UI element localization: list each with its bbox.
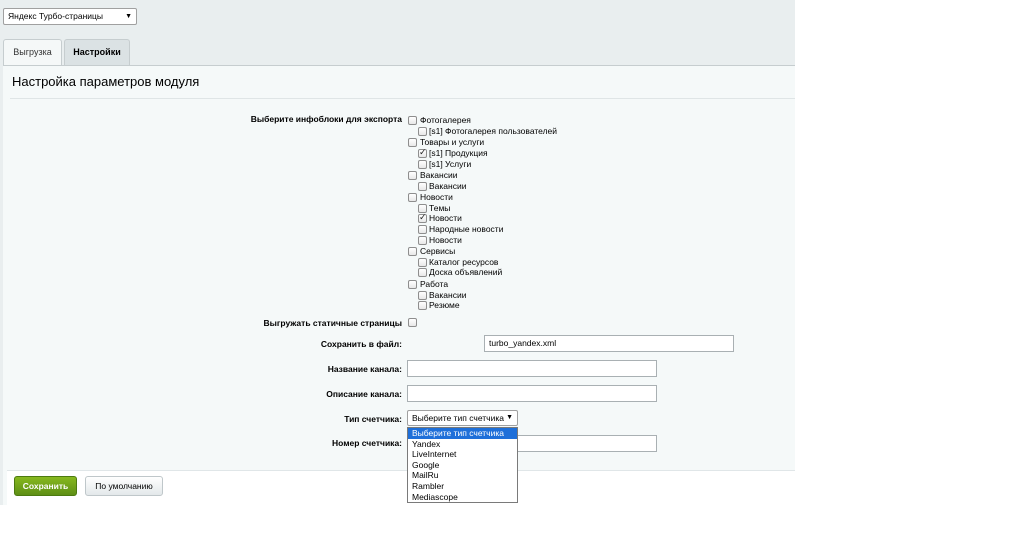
tree-item-label: Новости [429,235,462,245]
tree-item-label: Каталог ресурсов [429,257,499,267]
dropdown-option[interactable]: LiveInternet [408,449,517,460]
checkbox-resource-catalog[interactable] [418,258,427,267]
site-selector-value: Яндекс Турбо-страницы [8,11,103,21]
default-button[interactable]: По умолчанию [85,476,163,496]
checkbox-news-group[interactable] [408,193,417,202]
checkbox-news[interactable] [418,212,427,223]
checkbox-work-vacancies[interactable] [418,291,427,300]
tree-item-label: Вакансии [420,170,458,180]
checkbox-goods-services[interactable] [408,138,417,147]
tree-item-label: Товары и услуги [420,137,485,147]
tree-item-label: Вакансии [429,290,467,300]
tree-item-label: Работа [420,279,449,289]
page-bottom [0,505,795,559]
checkbox-photogallery[interactable] [408,116,417,125]
checkbox-vacancies-group[interactable] [408,171,417,180]
divider [10,98,795,99]
chevron-down-icon: ▼ [506,414,513,421]
tree-item-label: Фотогалерея [420,115,471,125]
counter-type-dropdown: Выберите тип счетчика Yandex LiveInterne… [407,427,518,503]
checkbox-classifieds[interactable] [418,268,427,277]
dropdown-option[interactable]: MailRu [408,470,517,481]
save-file-label: Сохранить в файл: [320,339,402,349]
chevron-down-icon: ▼ [125,13,132,20]
tab-settings[interactable]: Настройки [64,39,130,65]
checkbox-services-group[interactable] [408,247,417,256]
checkbox-work-group[interactable] [408,280,417,289]
checkbox-photogallery-users[interactable] [418,127,427,136]
tree-item-label: Сервисы [420,246,456,256]
counter-number-label: Номер счетчика: [332,438,402,448]
dropdown-option[interactable]: Выберите тип счетчика [408,428,517,439]
iblocks-label: Выберите инфоблоки для экспорта [250,114,402,124]
channel-name-label: Название канала: [327,364,402,374]
channel-desc-input[interactable] [407,385,657,402]
checkbox-news-2[interactable] [418,236,427,245]
checkbox-vacancies[interactable] [418,182,427,191]
tree-item-label: [s1] Услуги [429,159,472,169]
checkbox-people-news[interactable] [418,225,427,234]
save-button[interactable]: Сохранить [14,476,77,496]
dropdown-option[interactable]: Rambler [408,481,517,492]
channel-name-input[interactable] [407,360,657,377]
tree-item-label: Темы [429,203,451,213]
checkbox-products[interactable] [418,147,427,158]
checkbox-services[interactable] [418,160,427,169]
checkbox-resume[interactable] [418,301,427,310]
tree-item-label: [s1] Фотогалерея пользователей [429,126,558,136]
site-selector[interactable]: Яндекс Турбо-страницы ▼ [3,8,137,25]
dropdown-option[interactable]: Google [408,460,517,471]
channel-desc-label: Описание канала: [326,389,402,399]
tree-item-label: Вакансии [429,181,467,191]
tree-item-label: [s1] Продукция [429,148,488,158]
tab-export[interactable]: Выгрузка [3,39,62,65]
counter-type-label: Тип счетчика: [344,414,402,424]
checkbox-static-pages[interactable] [408,318,417,327]
save-file-input[interactable]: turbo_yandex.xml [484,335,734,352]
counter-type-value: Выберите тип счетчика [412,413,504,423]
static-pages-label: Выгружать статичные страницы [263,318,402,328]
tree-item-label: Доска объявлений [429,267,503,277]
page-title: Настройка параметров модуля [12,74,200,89]
tree-item-label: Народные новости [429,224,504,234]
tree-item-label: Новости [420,192,453,202]
tree-item-label: Новости [429,213,462,223]
tree-item-label: Резюме [429,300,460,310]
counter-type-select[interactable]: Выберите тип счетчика ▼ [407,410,518,426]
dropdown-option[interactable]: Yandex [408,439,517,450]
dropdown-option[interactable]: Mediascope [408,492,517,503]
